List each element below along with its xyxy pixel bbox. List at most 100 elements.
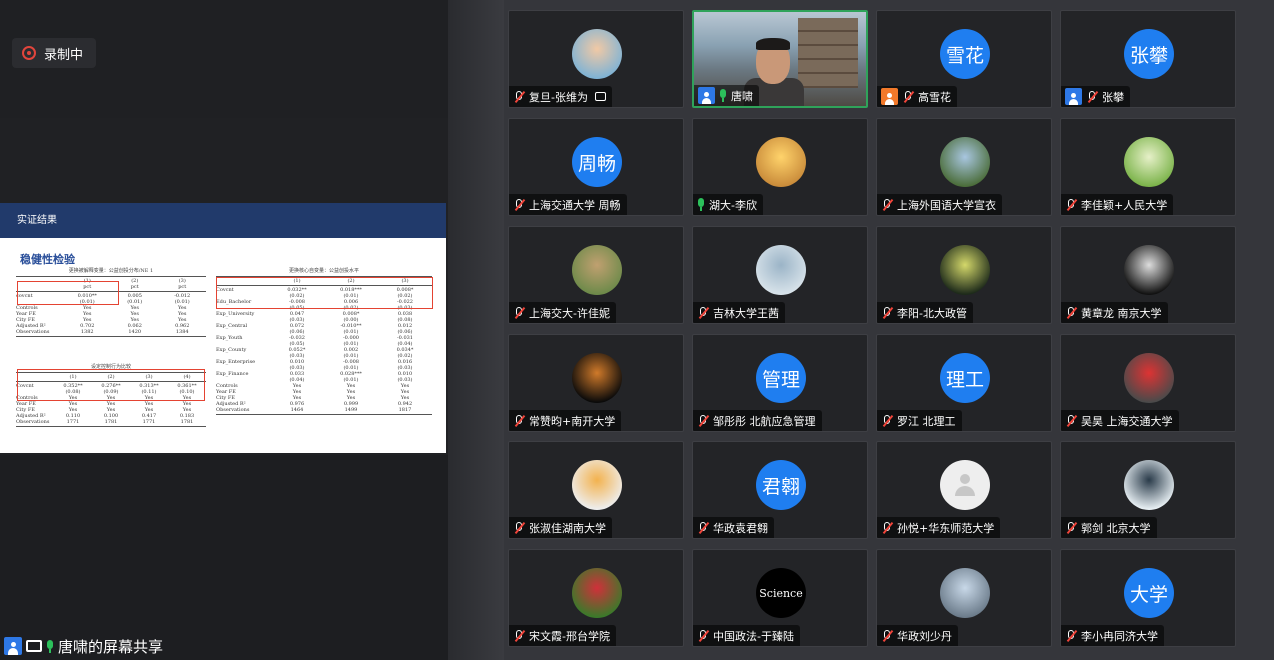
participant-name-bar: 复旦-张维为 [509,86,612,107]
participant-tile[interactable]: 张淑佳湖南大学 [508,441,684,539]
participant-tile[interactable]: 郭剑 北京大学 [1060,441,1236,539]
participant-tile[interactable]: 宋文霞-邢台学院 [508,549,684,647]
participant-tile[interactable]: 李阳-北大政管 [876,226,1052,324]
mic-muted-icon [902,90,914,104]
participant-avatar [756,137,806,187]
participant-avatar: 大学 [1124,568,1174,618]
participant-avatar: 张攀 [1124,29,1174,79]
participant-name: 上海交通大学 周畅 [529,198,621,212]
participant-avatar: 雪花 [940,29,990,79]
mic-muted-icon [881,198,893,212]
mic-muted-icon [513,521,525,535]
participant-tile[interactable]: 上海外国语大学宣衣 [876,118,1052,216]
participant-name-bar: 湖大-李欣 [693,194,763,215]
user-icon [4,637,22,655]
participant-avatar [1124,353,1174,403]
participant-name: 常赞昀+南开大学 [529,414,616,428]
participant-name-bar: 邹彤彤 北航应急管理 [693,410,822,431]
participant-name-bar: 郭剑 北京大学 [1061,517,1157,538]
mic-muted-icon [1065,306,1077,320]
participant-avatar [572,568,622,618]
participant-name-bar: 张攀 [1061,86,1130,107]
presentation-slide: 实证结果 稳健性检验 更换被解释变量：公益创投分布/NE 1 (1) (2) (3)… [0,203,446,453]
participant-name-bar: 中国政法-于臻陆 [693,625,800,646]
participant-name: 李佳颖+人民大学 [1081,198,1168,212]
participant-tile[interactable]: 张攀 张攀 [1060,10,1236,108]
recording-indicator[interactable]: 录制中 [12,38,96,68]
participant-name: 吉林大学王茜 [713,306,779,320]
participant-name-bar: 华政袁君翱 [693,517,774,538]
panel-divider [448,0,504,660]
participant-name-bar: 高雪花 [877,86,957,107]
participant-avatar [940,568,990,618]
participant-tile[interactable]: 湖大-李欣 [692,118,868,216]
participant-name: 张攀 [1102,90,1124,104]
participant-tile[interactable]: 上海交大-许佳妮 [508,226,684,324]
participant-name-bar: 黄章龙 南京大学 [1061,302,1168,323]
mic-muted-icon [881,521,893,535]
participant-avatar [572,353,622,403]
participant-avatar: Science [756,568,806,618]
participant-tile[interactable]: 君翱 华政袁君翱 [692,441,868,539]
participant-name: 张淑佳湖南大学 [529,521,606,535]
participant-tile[interactable]: 常赞昀+南开大学 [508,334,684,432]
shared-screen-panel: 录制中 实证结果 稳健性检验 更换被解释变量：公益创投分布/NE 1 (1) (2… [0,0,448,660]
table-caption: 更换核心自变量：公益创投水平 [288,268,359,274]
participant-name-bar: 上海交通大学 周畅 [509,194,627,215]
participant-name-bar: 华政刘少丹 [877,625,958,646]
participant-name: 邹彤彤 北航应急管理 [713,414,816,428]
mic-muted-icon [881,306,893,320]
user-badge-icon [1065,88,1082,105]
participant-tile[interactable]: 雪花高雪花 [876,10,1052,108]
participant-name: 李小冉同济大学 [1081,629,1158,643]
participant-avatar: 理工 [940,353,990,403]
participant-name: 上海交大-许佳妮 [529,306,610,320]
mic-muted-icon [1065,521,1077,535]
participant-name-bar: 罗江 北理工 [877,410,962,431]
participant-name-bar: 李阳-北大政管 [877,302,973,323]
mic-muted-icon [513,306,525,320]
participant-tile[interactable]: 大学李小冉同济大学 [1060,549,1236,647]
participant-avatar [1124,460,1174,510]
participant-name: 高雪花 [918,90,951,104]
participant-avatar [1124,137,1174,187]
mic-muted-icon [513,90,525,104]
screen-share-icon [26,640,42,652]
participant-avatar: 管理 [756,353,806,403]
participant-name: 宋文霞-邢台学院 [529,629,610,643]
participant-name: 华政袁君翱 [713,521,768,535]
participant-name: 李阳-北大政管 [897,306,967,320]
participant-tile[interactable]: 理工罗江 北理工 [876,334,1052,432]
participant-tile[interactable]: 复旦-张维为 [508,10,684,108]
participant-grid: 复旦-张维为 唐啸 雪花 高雪花 张攀 张攀 周畅 上海交通大学 周畅 湖大-李欣 上海外国语大学… [504,0,1274,660]
participant-name: 孙悦+华东师范大学 [897,521,995,535]
participant-name: 上海外国语大学宣衣 [897,198,996,212]
screen-share-label: 唐啸的屏幕共享 [0,632,163,660]
participant-name-bar: 李小冉同济大学 [1061,625,1164,646]
participant-name-bar: 张淑佳湖南大学 [509,517,612,538]
participant-tile[interactable]: 唐啸 [692,10,868,108]
mic-muted-icon [513,198,525,212]
participant-tile[interactable]: Science 中国政法-于臻陆 [692,549,868,647]
participant-tile[interactable]: 华政刘少丹 [876,549,1052,647]
mic-muted-icon [513,414,525,428]
shared-screen-bottom-area [0,455,448,660]
mic-muted-icon [1065,414,1077,428]
participant-tile[interactable]: 周畅 上海交通大学 周畅 [508,118,684,216]
participant-tile[interactable]: 李佳颖+人民大学 [1060,118,1236,216]
participant-avatar [572,29,622,79]
participant-name-bar: 吴昊 上海交通大学 [1061,410,1179,431]
mic-muted-icon [881,629,893,643]
record-icon [22,46,36,60]
mic-muted-icon [1086,90,1098,104]
mic-muted-icon [697,629,709,643]
highlight-box [17,369,205,401]
participant-tile[interactable]: 孙悦+华东师范大学 [876,441,1052,539]
participant-tile[interactable]: 吴昊 上海交通大学 [1060,334,1236,432]
participant-tile[interactable]: 黄章龙 南京大学 [1060,226,1236,324]
participant-tile[interactable]: 管理邹彤彤 北航应急管理 [692,334,868,432]
participant-tile[interactable]: 吉林大学王茜 [692,226,868,324]
highlight-box [216,277,433,309]
user-badge-icon [881,88,898,105]
recording-label: 录制中 [44,47,84,63]
